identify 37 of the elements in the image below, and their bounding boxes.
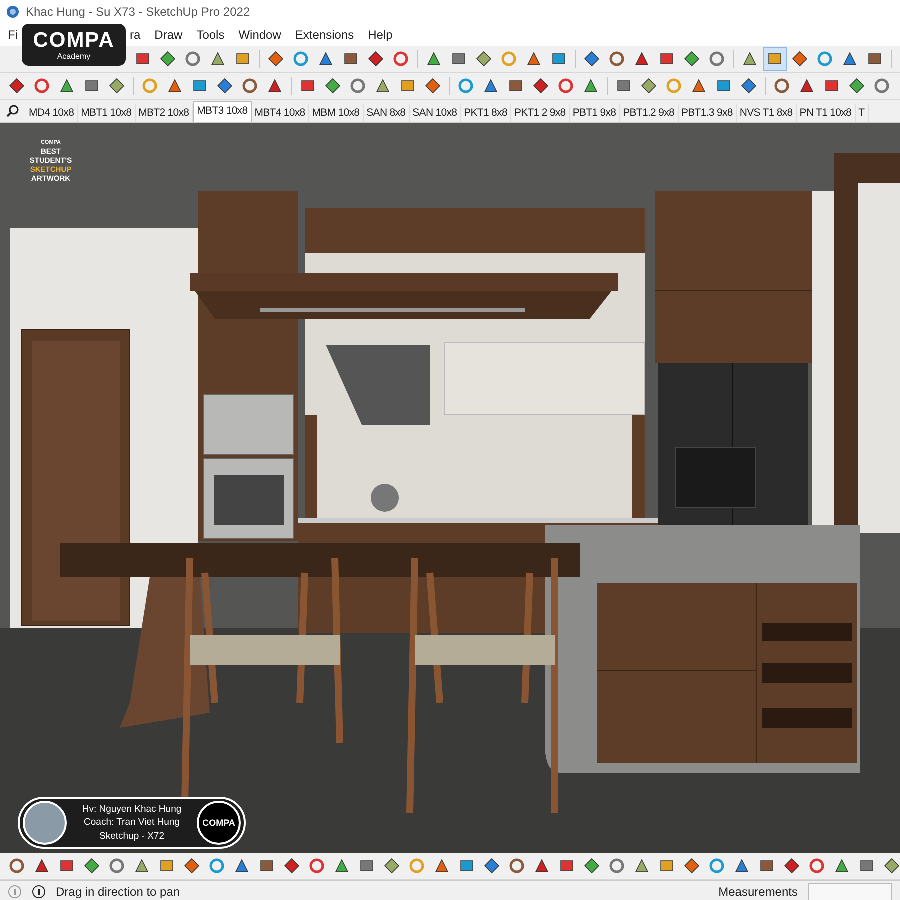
scene-tab[interactable]: T xyxy=(856,104,869,122)
scene-tab[interactable]: PKT1 8x8 xyxy=(461,104,512,122)
window-title: Khac Hung - Su X73 - SketchUp Pro 2022 xyxy=(26,5,250,19)
card-logo: COMPA xyxy=(197,801,241,845)
tool-icon[interactable] xyxy=(764,48,786,70)
scene-tab[interactable]: PBT1.2 9x8 xyxy=(620,104,678,122)
search-icon[interactable] xyxy=(6,104,20,118)
scene-tab[interactable]: SAN 8x8 xyxy=(364,104,410,122)
scene-tab[interactable]: PBT1 9x8 xyxy=(570,104,620,122)
card-text: Coach: Tran Viet Hung xyxy=(84,816,180,830)
scene-tab[interactable]: PBT1.3 9x8 xyxy=(678,104,737,122)
menu-item[interactable]: Extensions xyxy=(295,26,354,44)
scene-tab[interactable]: MBT3 10x8 xyxy=(193,101,252,122)
menu-item[interactable]: Fi xyxy=(8,26,18,44)
app-icon xyxy=(6,5,20,19)
card-text: Hv: Nguyen Khac Hung xyxy=(82,802,182,816)
info-icon[interactable] xyxy=(32,885,46,899)
measurements-label: Measurements xyxy=(718,885,798,899)
menu-item[interactable]: ra xyxy=(130,26,141,44)
measurements-field[interactable] xyxy=(808,883,892,900)
scene-tab[interactable]: NVS T1 8x8 xyxy=(736,104,797,122)
scene-tab[interactable]: PN T1 10x8 xyxy=(796,104,856,122)
avatar xyxy=(23,801,67,845)
card-text: Sketchup - X72 xyxy=(100,830,164,844)
logo-text: COMPA xyxy=(33,30,115,52)
menu-item[interactable]: Tools xyxy=(196,26,225,44)
scene-tab[interactable]: MBM 10x8 xyxy=(309,104,364,122)
scene-tab[interactable]: MBT1 10x8 xyxy=(78,104,136,122)
menu-item[interactable]: Draw xyxy=(154,26,183,44)
logo-subtitle: Academy xyxy=(57,52,91,60)
scene-tab[interactable]: SAN 10x8 xyxy=(410,104,462,122)
scene-tab[interactable]: MD4 10x8 xyxy=(26,104,78,122)
scene-tab[interactable]: PKT1 2 9x8 xyxy=(511,104,570,122)
status-hint: Drag in direction to pan xyxy=(56,885,180,899)
menu-item[interactable]: Window xyxy=(238,26,282,44)
menu-item[interactable]: Help xyxy=(368,26,393,44)
scene-tab[interactable]: MBT4 10x8 xyxy=(252,104,310,122)
